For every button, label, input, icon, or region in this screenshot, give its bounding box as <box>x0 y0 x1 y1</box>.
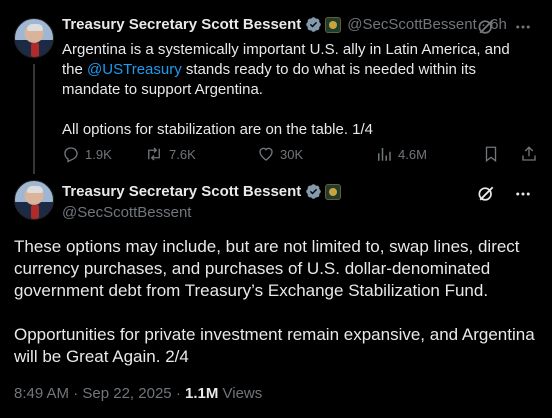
reply-count: 1.9K <box>85 146 112 162</box>
bookmark-icon[interactable] <box>482 145 500 163</box>
views-count: 1.1M <box>184 385 219 402</box>
tweet-time[interactable]: 8:49 AM <box>14 385 69 402</box>
repost-count: 7.6K <box>169 146 196 162</box>
heart-icon <box>259 147 273 161</box>
reply-icon <box>64 147 78 163</box>
like-button[interactable]: 30K <box>239 145 339 163</box>
tweet-date[interactable]: Sep 22, 2025 <box>82 385 171 402</box>
more-icon[interactable] <box>514 18 532 36</box>
tweet-text: These options may include, but are not l… <box>14 237 535 366</box>
views-icon <box>378 148 391 161</box>
avatar[interactable] <box>14 18 54 58</box>
views-label: Views <box>222 385 263 402</box>
tweet-meta: 8:49 AM · Sep 22, 2025 · 1.1M Views <box>14 385 263 402</box>
author-name[interactable]: Treasury Secretary Scott Bessent <box>62 16 301 33</box>
government-seal-icon <box>325 16 342 33</box>
tweet-actions-right <box>482 145 538 163</box>
views-button[interactable]: 4.6M <box>339 145 439 163</box>
author-row: Treasury Secretary Scott Bessent <box>62 183 342 200</box>
tweet-text: Argentina is a systemically important U.… <box>62 41 510 138</box>
repost-button[interactable]: 7.6K <box>144 145 239 163</box>
grok-icon[interactable] <box>476 17 496 37</box>
grok-icon[interactable] <box>476 184 496 204</box>
mention-link[interactable]: @USTreasury <box>87 61 182 78</box>
verified-badge-icon <box>306 17 322 32</box>
author-row: Treasury Secretary Scott Bessent @SecSco… <box>62 16 507 33</box>
tweet-top-actions <box>476 17 532 37</box>
author-name[interactable]: Treasury Secretary Scott Bessent <box>62 183 301 200</box>
reply-button[interactable]: 1.9K <box>62 145 144 163</box>
more-icon[interactable] <box>514 185 532 203</box>
verified-badge-icon <box>306 184 322 199</box>
avatar[interactable] <box>14 180 54 220</box>
repost-icon <box>148 147 160 161</box>
tweet-actions: 1.9K 7.6K 30K 4.6M <box>62 145 538 163</box>
government-seal-icon <box>325 183 342 200</box>
like-count: 30K <box>280 146 304 162</box>
author-handle[interactable]: @SecScottBessent <box>62 204 191 221</box>
thread-line <box>33 64 35 174</box>
share-icon[interactable] <box>520 145 538 163</box>
tweet-top-actions <box>476 184 532 204</box>
views-count: 4.6M <box>398 146 427 162</box>
